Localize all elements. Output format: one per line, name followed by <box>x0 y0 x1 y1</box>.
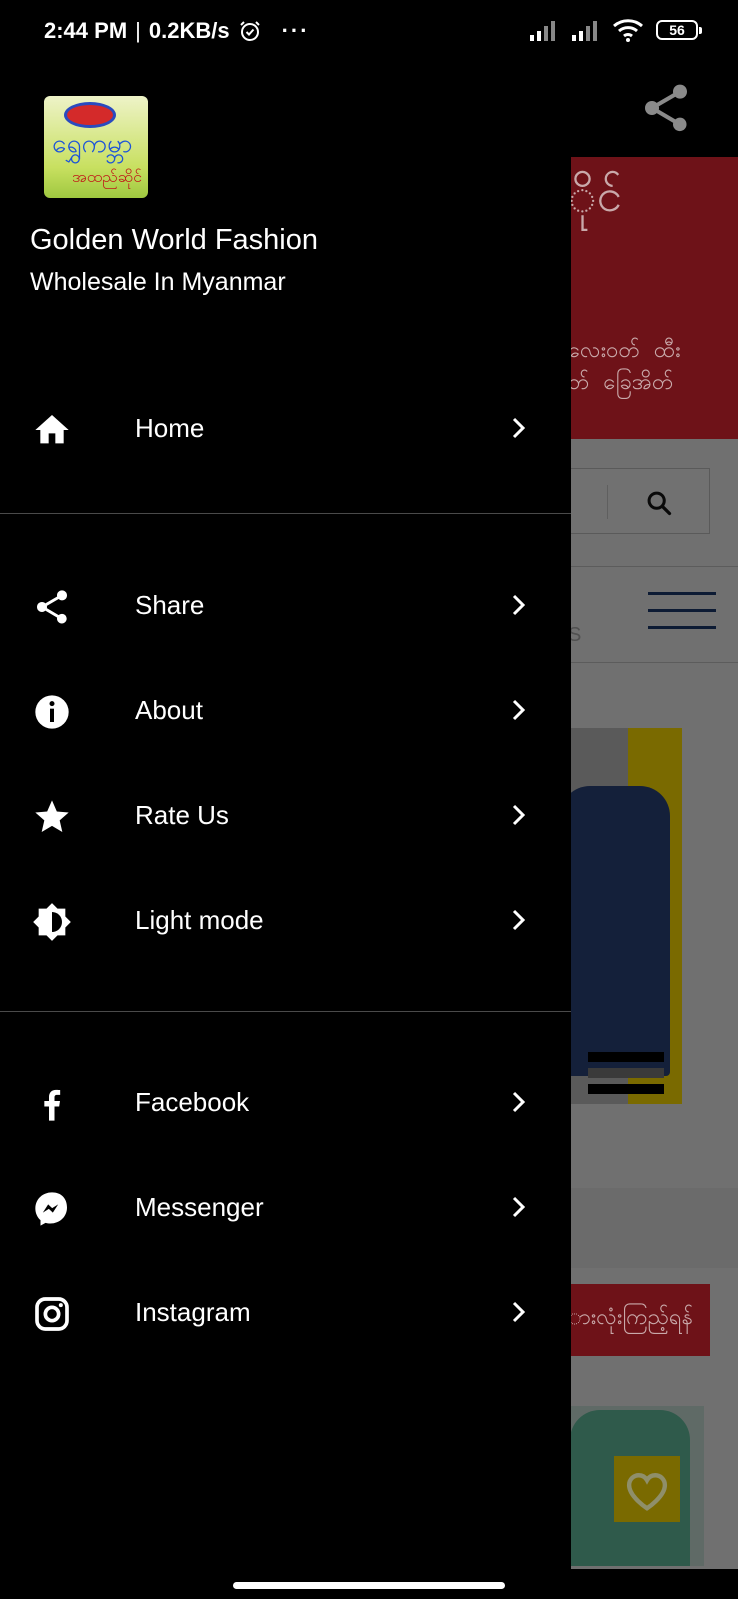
search-icon[interactable] <box>645 489 673 517</box>
chevron-right-icon <box>512 1301 526 1323</box>
battery-level: 56 <box>669 22 685 38</box>
star-icon <box>35 800 69 832</box>
menu-item-facebook[interactable]: Facebook <box>0 1057 571 1147</box>
banner-title: ိုင် <box>568 168 623 222</box>
menu-item-label: Home <box>135 413 205 443</box>
stripe <box>588 1084 664 1094</box>
home-icon <box>35 415 69 444</box>
menu-item-label: Messenger <box>135 1192 264 1222</box>
menu-divider <box>0 513 571 514</box>
menu-item-instagram[interactable]: Instagram <box>0 1267 571 1357</box>
stripe <box>588 1052 664 1062</box>
chevron-right-icon <box>512 417 526 439</box>
status-separator: | <box>135 18 141 43</box>
home-indicator[interactable] <box>233 1582 505 1589</box>
banner-text: လေးဝတ် ထီး တ် ခြေအိတ် <box>568 338 681 395</box>
favorite-button[interactable] <box>614 1456 680 1522</box>
alarm-icon <box>239 21 260 41</box>
chevron-right-icon <box>512 699 526 721</box>
menu-item-label: Instagram <box>135 1297 251 1327</box>
menu-item-rate-us[interactable]: Rate Us <box>0 770 571 860</box>
menu-item-label: Rate Us <box>135 800 229 830</box>
menu-item-label: Light mode <box>135 905 264 935</box>
menu-divider <box>0 1011 571 1012</box>
view-all-button[interactable]: ားလုံးကြည့်ရန် <box>560 1284 710 1356</box>
chevron-right-icon <box>512 909 526 931</box>
menu-item-share[interactable]: Share <box>0 560 571 650</box>
status-bar: 2:44 PM | 0.2KB/s ··· 56 <box>0 0 738 64</box>
stripe <box>588 1068 664 1078</box>
chevron-right-icon <box>512 1091 526 1113</box>
logo-badge <box>64 102 116 128</box>
section-band <box>560 1188 738 1268</box>
status-time: 2:44 PM <box>44 18 128 43</box>
raincoat-image <box>560 786 670 1076</box>
drawer-title: Golden World Fashion <box>30 224 319 256</box>
chevron-right-icon <box>512 594 526 616</box>
share-icon <box>37 590 67 624</box>
menu-item-label: Share <box>135 590 205 620</box>
search-divider <box>607 485 608 519</box>
menu-item-label: About <box>135 695 203 725</box>
wifi-icon <box>613 19 643 42</box>
product-image[interactable] <box>560 728 682 1104</box>
toolbar-share-icon[interactable] <box>638 80 694 136</box>
facebook-icon <box>44 1089 61 1121</box>
menu-item-about[interactable]: About <box>0 665 571 755</box>
menu-item-home[interactable]: Home <box>0 383 571 473</box>
signal-icon <box>572 21 597 41</box>
navigation-drawer: ရွှေကမ္ဘာ အထည်ဆိုင် Golden World Fashion… <box>0 0 571 1569</box>
logo-text-top: ရွှေကမ္ဘာ <box>52 129 133 159</box>
signal-icon <box>530 21 555 41</box>
info-icon <box>35 695 69 729</box>
category-menu-icon[interactable] <box>648 592 716 643</box>
chevron-right-icon <box>512 1196 526 1218</box>
instagram-icon <box>35 1297 69 1331</box>
menu-item-light-mode[interactable]: Light mode <box>0 875 571 965</box>
status-right: 56 <box>528 18 702 42</box>
brightness-icon <box>33 903 71 941</box>
app-logo: ရွှေကမ္ဘာ အထည်ဆိုင် <box>44 96 148 198</box>
logo-text-bottom: အထည်ဆိုင် <box>72 167 142 186</box>
more-notifications: ··· <box>281 18 310 43</box>
battery-indicator: 56 <box>656 20 702 40</box>
divider-line <box>560 566 738 567</box>
messenger-icon <box>35 1192 67 1226</box>
menu-item-label: Facebook <box>135 1087 250 1117</box>
view-all-label: ားလုံးကြည့်ရန် <box>568 1305 694 1330</box>
search-box[interactable] <box>560 468 710 534</box>
network-speed: 0.2KB/s <box>148 18 230 43</box>
drawer-subtitle: Wholesale In Myanmar <box>30 268 286 296</box>
chevron-right-icon <box>512 804 526 826</box>
status-left: 2:44 PM | 0.2KB/s ··· <box>44 18 310 44</box>
divider-line <box>560 662 738 663</box>
menu-item-messenger[interactable]: Messenger <box>0 1162 571 1252</box>
